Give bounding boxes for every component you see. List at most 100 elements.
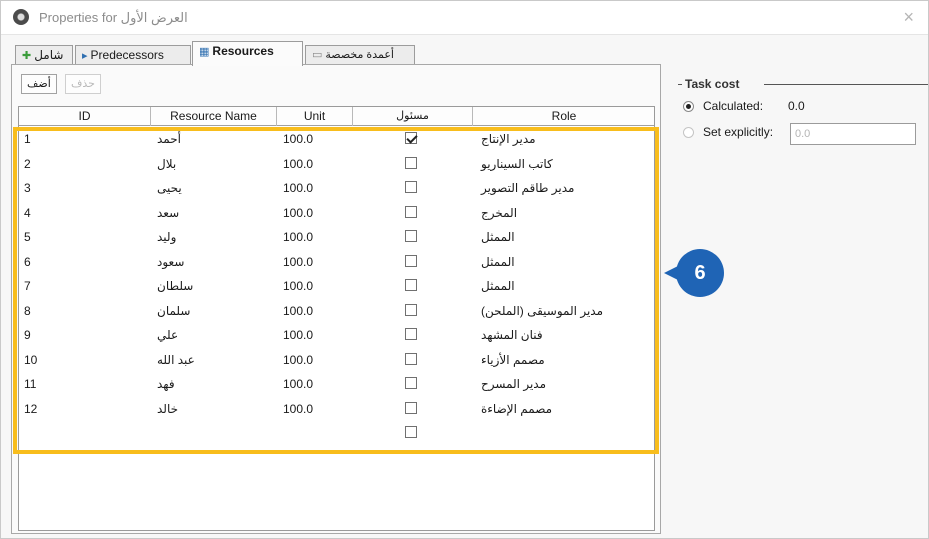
tab-predecessors[interactable]: ▸ Predecessors <box>75 45 191 65</box>
table-row[interactable]: 12 خالد 100.0 مصمم الإضاءة <box>19 397 654 421</box>
cell-id: 6 <box>24 254 31 269</box>
cell-role: مدير الموسيقى (الملحن) <box>481 303 604 318</box>
cell-resource-name: علي <box>157 328 179 342</box>
table-row[interactable]: 6 سعود 100.0 الممثل <box>19 250 654 274</box>
calculated-radio[interactable] <box>683 101 694 112</box>
cell-id: 10 <box>24 352 38 367</box>
cell-id: 4 <box>24 205 31 220</box>
cell-role: مدير طاقم التصوير <box>481 181 575 195</box>
table-row[interactable]: 8 سلمان 100.0 مدير الموسيقى (الملحن) <box>19 299 654 323</box>
responsible-checkbox[interactable] <box>405 279 417 291</box>
cell-resource-name: عبد الله <box>157 352 195 367</box>
cell-role: الممثل <box>481 254 515 269</box>
cell-unit: 100.0 <box>283 205 314 220</box>
responsible-checkbox[interactable] <box>405 156 417 169</box>
cell-resource-name: سلطان <box>157 279 194 293</box>
responsible-checkbox[interactable] <box>405 181 417 193</box>
tab-label: أعمدة مخصصة <box>325 49 394 61</box>
close-icon[interactable]: × <box>903 7 914 28</box>
cell-unit: 100.0 <box>283 254 314 269</box>
cell-unit: 100.0 <box>283 279 314 293</box>
responsible-checkbox[interactable] <box>405 205 417 218</box>
callout-marker: 6 <box>664 249 724 297</box>
table-row[interactable]: 3 يحيى 100.0 مدير طاقم التصوير <box>19 176 654 200</box>
cell-role: كاتب السيناريو <box>481 156 553 171</box>
cell-unit: 100.0 <box>283 303 314 318</box>
cell-unit: 100.0 <box>283 352 314 367</box>
cell-id: 2 <box>24 156 31 171</box>
general-tab-icon: ✚ <box>22 50 32 62</box>
table-row[interactable]: 11 فهد 100.0 مدير المسرح <box>19 372 654 396</box>
responsible-checkbox[interactable] <box>405 254 417 267</box>
calculated-value: 0.0 <box>788 99 805 113</box>
set-explicitly-radio[interactable] <box>683 127 694 138</box>
header-id[interactable]: ID <box>19 107 151 126</box>
set-explicitly-label: Set explicitly: <box>703 125 774 139</box>
cell-resource-name: وليد <box>157 230 177 244</box>
cell-resource-name: خالد <box>157 401 179 416</box>
table-row[interactable] <box>19 421 654 445</box>
cell-id: 11 <box>24 377 37 391</box>
tab-label: Resources <box>212 44 274 58</box>
responsible-checkbox[interactable] <box>405 352 417 365</box>
cell-id: 7 <box>24 279 31 293</box>
cell-role: مصمم الأزياء <box>481 352 545 367</box>
header-role[interactable]: Role <box>473 107 655 126</box>
window-title: Properties for العرض الأول <box>39 10 188 25</box>
responsible-checkbox[interactable] <box>405 132 417 144</box>
cell-resource-name: يحيى <box>157 181 182 195</box>
group-border <box>764 84 928 85</box>
table-row[interactable]: 2 بلال 100.0 كاتب السيناريو <box>19 152 654 176</box>
resources-tab-icon: ▦ <box>199 46 210 58</box>
explicit-cost-input[interactable] <box>790 123 916 145</box>
cell-unit: 100.0 <box>283 401 314 416</box>
task-cost-group: Task cost Calculated: 0.0 Set explicitly… <box>678 77 928 177</box>
tab-custom-columns[interactable]: ▭ أعمدة مخصصة <box>305 45 415 65</box>
cell-role: المخرج <box>481 205 518 220</box>
cell-role: فنان المشهد <box>481 328 543 342</box>
cell-unit: 100.0 <box>283 181 314 195</box>
cell-resource-name: سعد <box>157 205 180 220</box>
header-responsible[interactable]: مسئول <box>353 107 473 126</box>
task-cost-title: Task cost <box>685 77 740 91</box>
add-button[interactable]: أضف <box>21 74 57 94</box>
table-row[interactable]: 5 وليد 100.0 الممثل <box>19 225 654 249</box>
custom-columns-tab-icon: ▭ <box>312 49 323 61</box>
responsible-checkbox[interactable] <box>405 426 417 438</box>
cell-id: 5 <box>24 230 31 244</box>
cell-resource-name: بلال <box>157 156 177 171</box>
cell-resource-name: سلمان <box>157 303 191 318</box>
table-header: ID Resource Name Unit مسئول Role <box>19 107 654 126</box>
responsible-checkbox[interactable] <box>405 401 417 414</box>
responsible-checkbox[interactable] <box>405 230 417 242</box>
table-row[interactable]: 4 سعد 100.0 المخرج <box>19 201 654 225</box>
app-icon <box>13 9 29 25</box>
cell-id: 8 <box>24 303 31 318</box>
header-resource-name[interactable]: Resource Name <box>151 107 277 126</box>
cell-role: الممثل <box>481 279 515 293</box>
header-unit[interactable]: Unit <box>277 107 353 126</box>
calculated-label: Calculated: <box>703 99 764 113</box>
tab-label: شامل <box>34 48 64 62</box>
cell-id: 1 <box>24 132 31 146</box>
cell-unit: 100.0 <box>283 230 314 244</box>
tab-label: Predecessors <box>90 48 164 62</box>
cell-resource-name: سعود <box>157 254 185 269</box>
cell-unit: 100.0 <box>283 377 314 391</box>
tab-general[interactable]: ✚ شامل <box>15 45 73 65</box>
responsible-checkbox[interactable] <box>405 328 417 340</box>
delete-button[interactable]: حذف <box>65 74 101 94</box>
table-row[interactable]: 1 أحمد 100.0 مدير الإنتاج <box>19 127 654 151</box>
table-row[interactable]: 7 سلطان 100.0 الممثل <box>19 274 654 298</box>
cell-unit: 100.0 <box>283 156 314 171</box>
resources-table: ID Resource Name Unit مسئول Role 1 أحمد 10… <box>18 106 655 531</box>
responsible-checkbox[interactable] <box>405 303 417 316</box>
tab-resources[interactable]: ▦ Resources <box>192 41 303 66</box>
cell-id: 9 <box>24 328 31 342</box>
responsible-checkbox[interactable] <box>405 377 417 389</box>
table-row[interactable]: 10 عبد الله 100.0 مصمم الأزياء <box>19 348 654 372</box>
properties-window: Properties for العرض الأول × ✚ شامل ▸ Pred… <box>0 0 929 539</box>
title-bar: Properties for العرض الأول × <box>1 1 928 35</box>
table-row[interactable]: 9 علي 100.0 فنان المشهد <box>19 323 654 347</box>
cell-role: مدير الإنتاج <box>481 132 536 146</box>
